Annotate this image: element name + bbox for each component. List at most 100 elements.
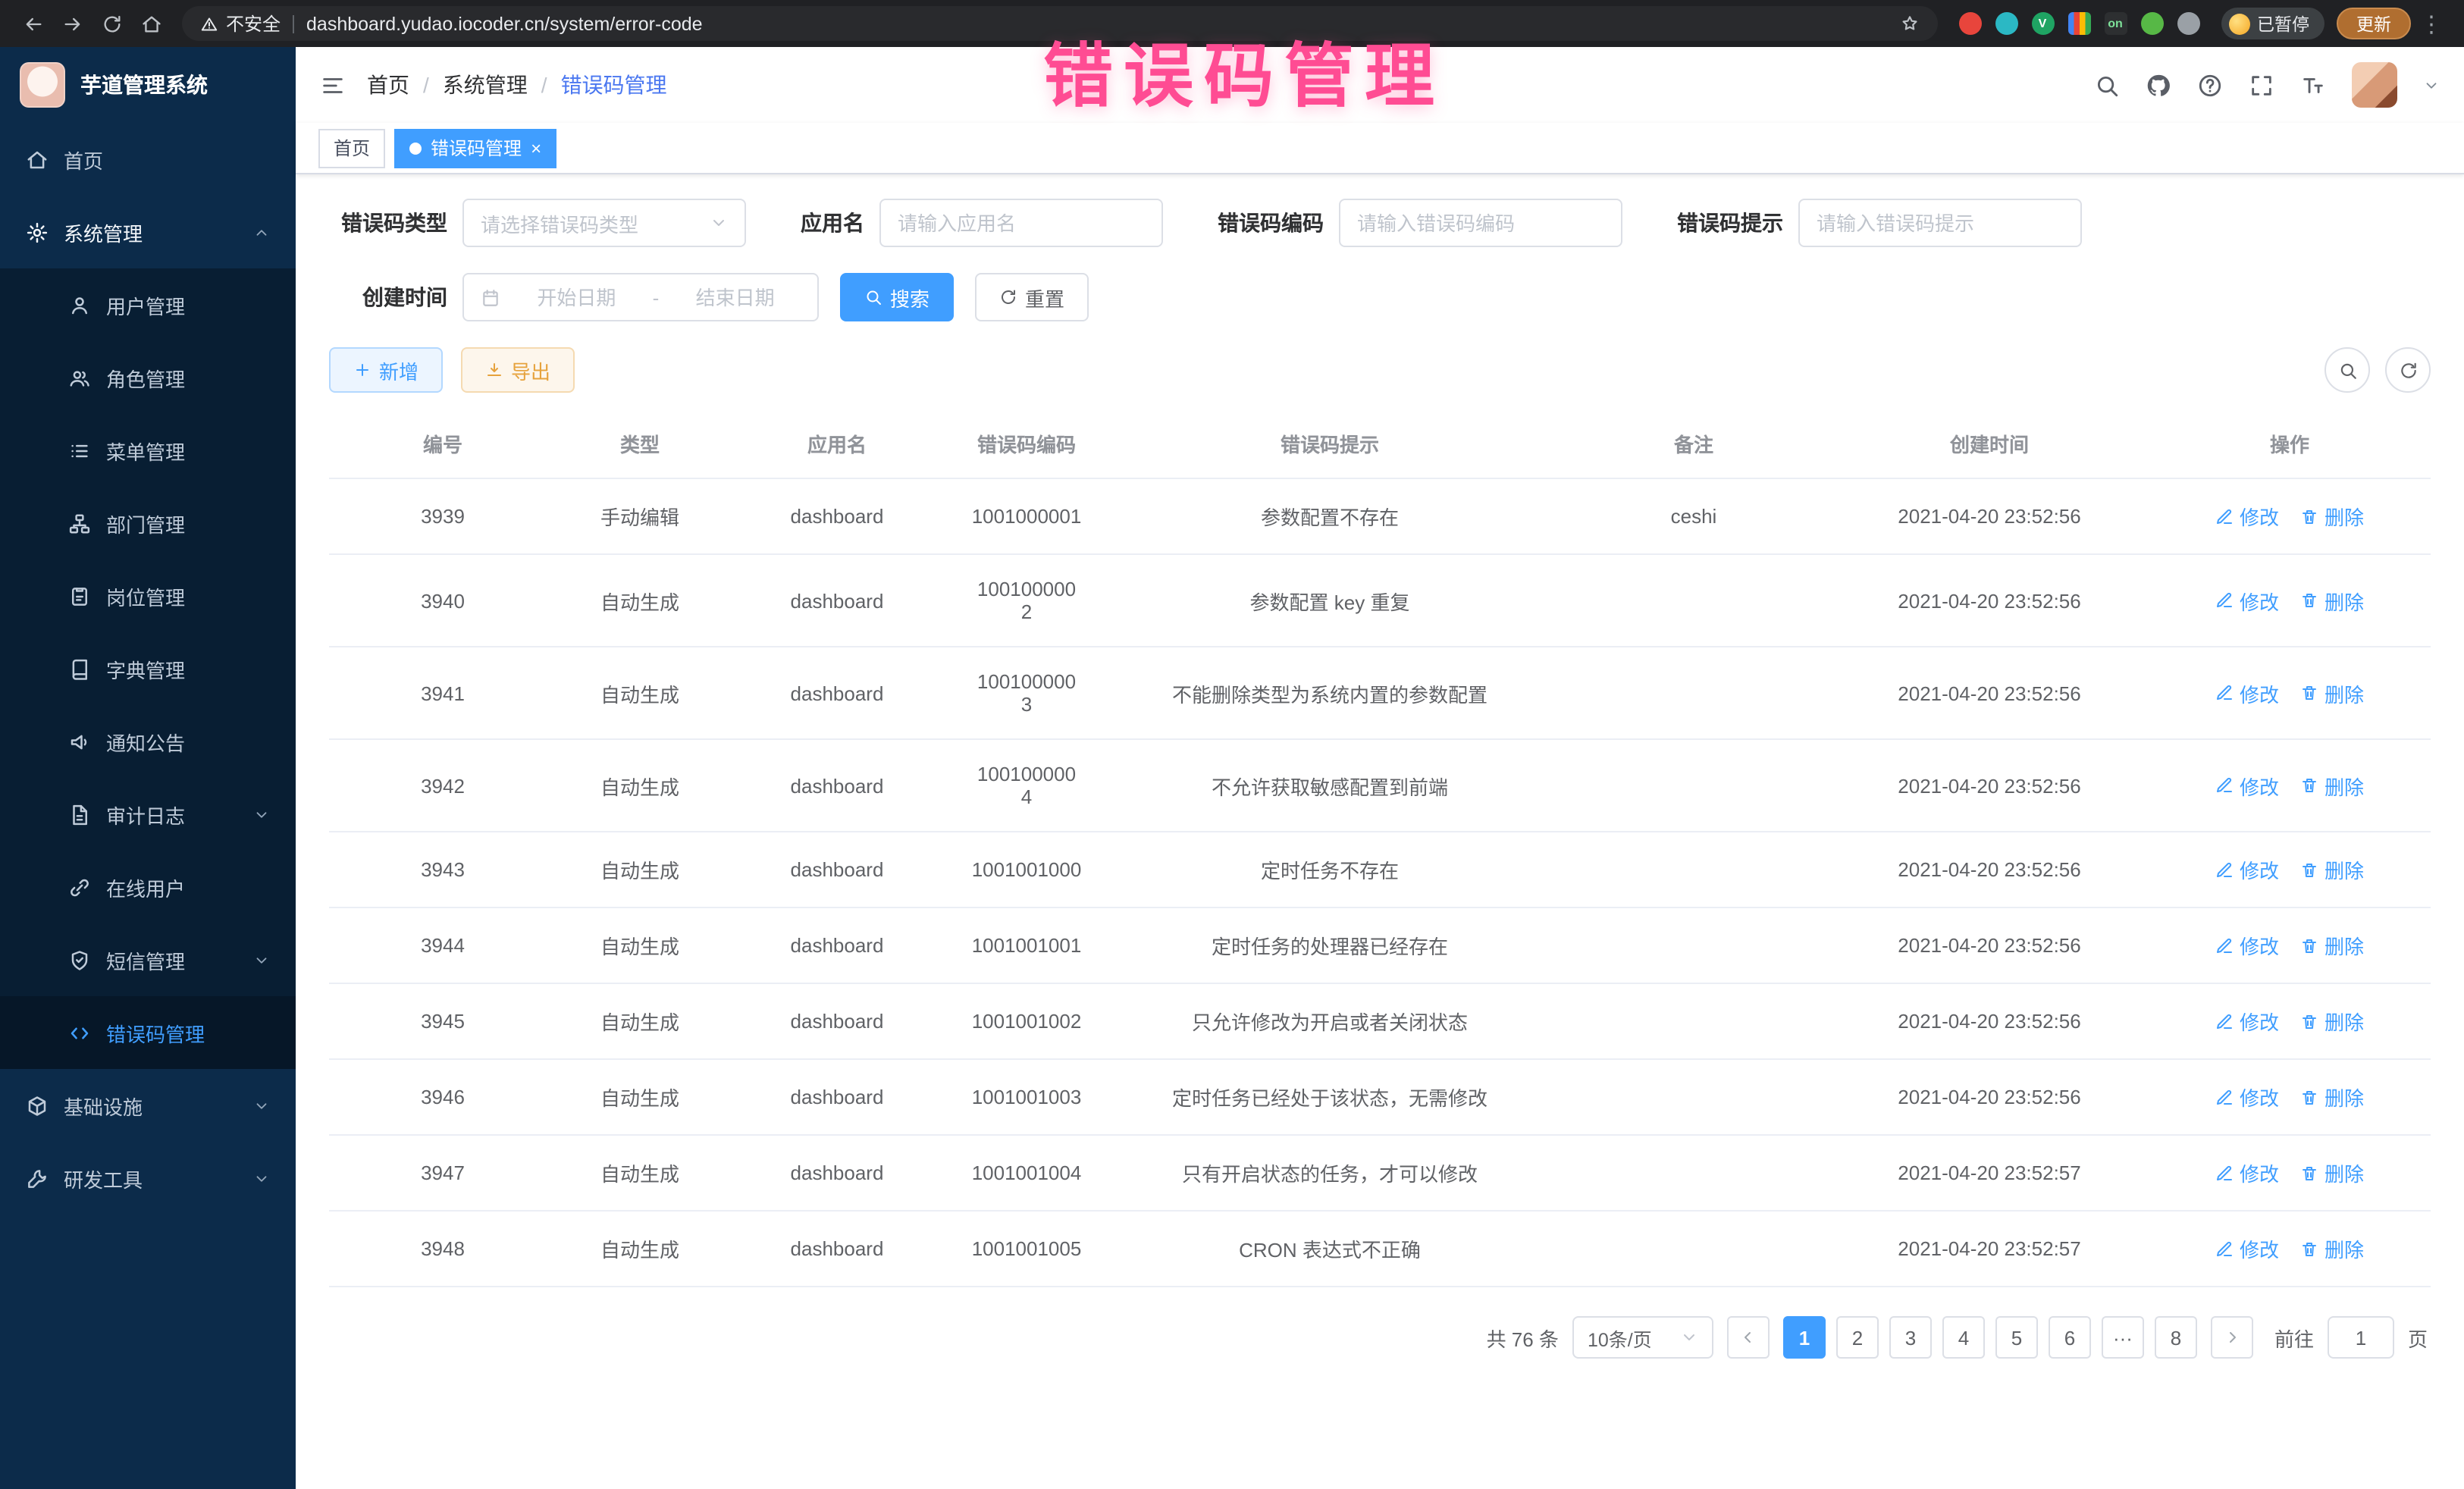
sidebar-item-sms[interactable]: 短信管理 <box>0 923 296 996</box>
column-header: 类型 <box>556 409 723 478</box>
cell-remark <box>1557 1211 1830 1287</box>
prev-page-button[interactable] <box>1727 1316 1770 1359</box>
edit-link[interactable]: 修改 <box>2215 679 2279 707</box>
sidebar-item-home[interactable]: 首页 <box>0 123 296 196</box>
header-search-icon[interactable] <box>2094 72 2120 98</box>
close-icon[interactable]: × <box>531 139 541 157</box>
search-button[interactable]: 搜索 <box>840 273 954 321</box>
tab-home[interactable]: 首页 <box>318 128 385 168</box>
extension-colorbars-icon[interactable] <box>2067 12 2090 35</box>
profile-paused-badge[interactable]: 已暂停 <box>2221 8 2324 39</box>
breadcrumb-item[interactable]: 系统管理 <box>443 70 528 100</box>
delete-link[interactable]: 删除 <box>2300 1158 2364 1187</box>
app-name-input[interactable] <box>898 212 1145 234</box>
sidebar-item-menu[interactable]: 菜单管理 <box>0 414 296 487</box>
help-icon[interactable] <box>2197 72 2223 98</box>
sidebar-item-role[interactable]: 角色管理 <box>0 341 296 414</box>
delete-link[interactable]: 删除 <box>2300 1234 2364 1263</box>
sidebar-item-label: 部门管理 <box>106 509 270 538</box>
error-code-input[interactable] <box>1357 212 1604 234</box>
page-size-select[interactable]: 10条/页 <box>1572 1316 1713 1359</box>
page-button-1[interactable]: 1 <box>1783 1316 1826 1359</box>
edit-link[interactable]: 修改 <box>2215 771 2279 800</box>
toggle-search-button[interactable] <box>2324 347 2370 393</box>
security-chip[interactable]: 不安全 <box>200 11 281 36</box>
delete-link[interactable]: 删除 <box>2300 502 2364 531</box>
cell-hint: 不允许获取敏感配置到前端 <box>1102 739 1557 832</box>
edit-link[interactable]: 修改 <box>2215 1158 2279 1187</box>
bookmark-star-icon[interactable] <box>1899 14 1919 33</box>
page-button-4[interactable]: 4 <box>1942 1316 1985 1359</box>
sidebar-item-post[interactable]: 岗位管理 <box>0 560 296 632</box>
pager-more-button[interactable]: ··· <box>2102 1316 2144 1359</box>
back-icon[interactable] <box>15 5 52 42</box>
user-avatar[interactable] <box>2352 62 2397 108</box>
extension-green-icon[interactable] <box>2140 12 2163 35</box>
extension-vue-devtools-icon[interactable]: V <box>2031 12 2054 35</box>
caret-down-icon[interactable] <box>2423 77 2440 93</box>
edit-link[interactable]: 修改 <box>2215 1234 2279 1263</box>
cell-remark <box>1557 1059 1830 1135</box>
page-button-5[interactable]: 5 <box>1995 1316 2038 1359</box>
delete-link[interactable]: 删除 <box>2300 1083 2364 1111</box>
browser-home-icon[interactable] <box>133 5 170 42</box>
hamburger-icon[interactable] <box>320 72 346 98</box>
delete-link[interactable]: 删除 <box>2300 586 2364 615</box>
sidebar-item-user[interactable]: 用户管理 <box>0 268 296 341</box>
sidebar-item-dept[interactable]: 部门管理 <box>0 487 296 560</box>
address-bar[interactable]: 不安全 dashboard.yudao.iocoder.cn/system/er… <box>182 6 1937 41</box>
filter-group-hint: 错误码提示 <box>1677 199 2082 247</box>
end-date-input[interactable] <box>669 286 801 309</box>
app-logo-row[interactable]: 芋道管理系统 <box>0 47 296 123</box>
error-hint-input[interactable] <box>1817 212 2064 234</box>
tab-error-code[interactable]: 错误码管理× <box>394 128 556 168</box>
sidebar-item-online[interactable]: 在线用户 <box>0 851 296 923</box>
cell-id: 3948 <box>329 1211 556 1287</box>
edit-link[interactable]: 修改 <box>2215 502 2279 531</box>
refresh-table-button[interactable] <box>2385 347 2431 393</box>
extension-teal-icon[interactable] <box>1995 12 2017 35</box>
page-button-8[interactable]: 8 <box>2155 1316 2197 1359</box>
error-type-select[interactable]: 请选择错误码类型 <box>462 199 746 247</box>
sidebar-item-devtool[interactable]: 研发工具 <box>0 1142 296 1215</box>
cell-id: 3940 <box>329 554 556 647</box>
github-icon[interactable] <box>2146 72 2171 98</box>
edit-link[interactable]: 修改 <box>2215 1007 2279 1036</box>
edit-link[interactable]: 修改 <box>2215 1083 2279 1111</box>
next-page-button[interactable] <box>2211 1316 2253 1359</box>
delete-link[interactable]: 删除 <box>2300 855 2364 884</box>
delete-link[interactable]: 删除 <box>2300 679 2364 707</box>
sidebar-item-audit[interactable]: 审计日志 <box>0 778 296 851</box>
delete-link[interactable]: 删除 <box>2300 1007 2364 1036</box>
sidebar-item-infra[interactable]: 基础设施 <box>0 1069 296 1142</box>
browser-update-button[interactable]: 更新 <box>2337 8 2411 39</box>
reset-button[interactable]: 重置 <box>975 273 1089 321</box>
page-button-2[interactable]: 2 <box>1836 1316 1879 1359</box>
sidebar-item-notice[interactable]: 通知公告 <box>0 705 296 778</box>
delete-link[interactable]: 删除 <box>2300 771 2364 800</box>
sidebar-item-system[interactable]: 系统管理 <box>0 196 296 268</box>
edit-link[interactable]: 修改 <box>2215 931 2279 960</box>
export-button[interactable]: 导出 <box>461 347 575 393</box>
page-button-3[interactable]: 3 <box>1889 1316 1932 1359</box>
goto-page-input[interactable] <box>2328 1316 2394 1359</box>
add-button[interactable]: 新增 <box>329 347 443 393</box>
reload-icon[interactable] <box>94 5 130 42</box>
breadcrumb-item[interactable]: 首页 <box>367 70 409 100</box>
delete-link[interactable]: 删除 <box>2300 931 2364 960</box>
page-button-6[interactable]: 6 <box>2049 1316 2091 1359</box>
sidebar-item-error-code[interactable]: 错误码管理 <box>0 996 296 1069</box>
extension-red-icon[interactable] <box>1958 12 1981 35</box>
fullscreen-icon[interactable] <box>2249 72 2274 98</box>
extension-on-badge-icon[interactable]: on <box>2104 12 2127 35</box>
edit-link[interactable]: 修改 <box>2215 586 2279 615</box>
extension-puzzle-icon[interactable] <box>2177 12 2199 35</box>
forward-icon[interactable] <box>55 5 91 42</box>
font-size-icon[interactable] <box>2300 72 2326 98</box>
date-range-picker[interactable]: - <box>462 273 819 321</box>
start-date-input[interactable] <box>511 286 642 309</box>
browser-menu-icon[interactable]: ⋮ <box>2414 10 2449 37</box>
breadcrumb: 首页/系统管理/错误码管理 <box>367 70 667 100</box>
edit-link[interactable]: 修改 <box>2215 855 2279 884</box>
sidebar-item-dict[interactable]: 字典管理 <box>0 632 296 705</box>
